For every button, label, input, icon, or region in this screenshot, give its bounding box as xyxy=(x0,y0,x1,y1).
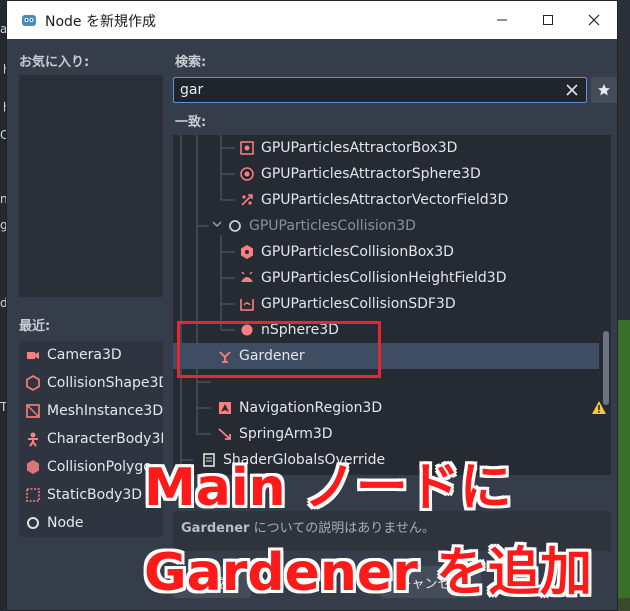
collision-circle-icon xyxy=(229,220,241,232)
character-body-icon xyxy=(28,432,38,447)
attractor-sphere-icon xyxy=(240,167,254,181)
recent-list: Camera3D CollisionShape3D MeshInstance3D… xyxy=(19,341,163,537)
close-icon xyxy=(566,84,578,96)
tree-item-label: GPUParticlesCollision3D xyxy=(249,218,416,234)
minimize-icon xyxy=(497,19,507,21)
favorites-label: お気に入り: xyxy=(19,55,90,70)
collision-shape-icon xyxy=(26,375,40,391)
tree-item-collision-height[interactable]: GPUParticlesCollisionHeightField3D xyxy=(173,265,599,291)
tree-item-spring-arm[interactable]: SpringArm3D xyxy=(173,421,599,447)
tree-item-attractor-vector[interactable]: GPUParticlesAttractorVectorField3D xyxy=(173,187,599,213)
godot-icon xyxy=(22,15,36,26)
recent-item-label: StaticBody3D xyxy=(47,487,143,503)
tree-item-label: GPUParticlesCollisionSDF3D xyxy=(261,296,456,312)
recent-item-collisionpolygon3d[interactable]: CollisionPolygo... xyxy=(19,453,163,481)
tree-item-label: GPUParticlesAttractorSphere3D xyxy=(261,166,481,182)
minimize-button[interactable] xyxy=(479,1,525,39)
close-button[interactable] xyxy=(571,1,617,39)
tree-item-label: GPUParticlesAttractorBox3D xyxy=(261,140,458,156)
recent-item-label: MeshInstance3D xyxy=(47,403,163,419)
clear-search-button[interactable] xyxy=(562,80,582,100)
recent-item-meshinstance3d[interactable]: MeshInstance3D xyxy=(19,397,163,425)
maximize-button[interactable] xyxy=(525,1,571,39)
tree-item-label: GPUParticlesAttractorVectorField3D xyxy=(261,192,509,208)
tree-item-collision-box[interactable]: GPUParticlesCollisionBox3D xyxy=(173,239,599,265)
node-icon xyxy=(27,517,39,529)
recent-item-camera3d[interactable]: Camera3D xyxy=(19,341,163,369)
camera-icon xyxy=(27,352,39,359)
tree-item-collision-sdf[interactable]: GPUParticlesCollisionSDF3D xyxy=(173,291,599,317)
tree-item-label: GPUParticlesCollisionHeightField3D xyxy=(261,270,507,286)
search-input[interactable]: gar xyxy=(173,77,587,103)
recent-item-collisionshape3d[interactable]: CollisionShape3D xyxy=(19,369,163,397)
recent-item-label: Node xyxy=(47,515,84,531)
recent-item-characterbody3d[interactable]: CharacterBody3D xyxy=(19,425,163,453)
search-label: 検索: xyxy=(175,55,207,70)
annotation-line-2: Gardener を追加 xyxy=(144,543,592,603)
recent-label: 最近: xyxy=(19,319,51,334)
favorite-toggle-button[interactable] xyxy=(591,77,617,103)
spring-arm-icon xyxy=(218,428,231,440)
navigation-icon xyxy=(219,402,231,414)
search-value: gar xyxy=(180,82,204,98)
close-icon xyxy=(588,14,600,26)
tree-item-label: NavigationRegion3D xyxy=(239,400,383,416)
static-body-icon xyxy=(26,488,40,502)
matches-tree[interactable]: GPUParticlesAttractorBox3D GPUParticlesA… xyxy=(173,135,611,475)
tree-scrollbar[interactable] xyxy=(603,139,611,473)
recent-item-label: Camera3D xyxy=(47,347,122,363)
tree-item-label: SpringArm3D xyxy=(239,426,333,442)
tree-item-label: GPUParticlesCollisionBox3D xyxy=(261,244,454,260)
background-viewport-right xyxy=(618,320,630,598)
collision-polygon-icon xyxy=(27,460,39,474)
scrollbar-thumb[interactable] xyxy=(603,331,609,405)
star-icon xyxy=(598,84,610,96)
tree-item-attractor-sphere[interactable]: GPUParticlesAttractorSphere3D xyxy=(173,161,599,187)
mesh-icon xyxy=(26,404,40,418)
collision-height-icon xyxy=(241,271,253,282)
title-bar: Node を新規作成 xyxy=(7,1,617,39)
tree-item-attractor-box[interactable]: GPUParticlesAttractorBox3D xyxy=(173,135,599,161)
matches-label: 一致: xyxy=(175,115,207,130)
collision-box-icon xyxy=(241,245,253,259)
maximize-icon xyxy=(543,15,553,25)
attractor-vector-icon xyxy=(241,194,253,206)
recent-item-staticbody3d[interactable]: StaticBody3D xyxy=(19,481,163,509)
favorites-list[interactable] xyxy=(19,75,163,297)
tree-item-collision3d[interactable]: GPUParticlesCollision3D xyxy=(173,213,599,239)
annotation-line-1: Main ノードに xyxy=(144,458,512,518)
recent-item-label: CollisionShape3D xyxy=(47,375,163,391)
gardener-highlight-box xyxy=(177,321,381,378)
window-title: Node を新規作成 xyxy=(45,14,156,30)
tree-item-navigation-region[interactable]: NavigationRegion3D xyxy=(173,395,599,421)
collision-sdf-icon xyxy=(240,299,254,311)
attractor-box-icon xyxy=(240,141,254,155)
recent-item-node[interactable]: Node xyxy=(19,509,163,537)
